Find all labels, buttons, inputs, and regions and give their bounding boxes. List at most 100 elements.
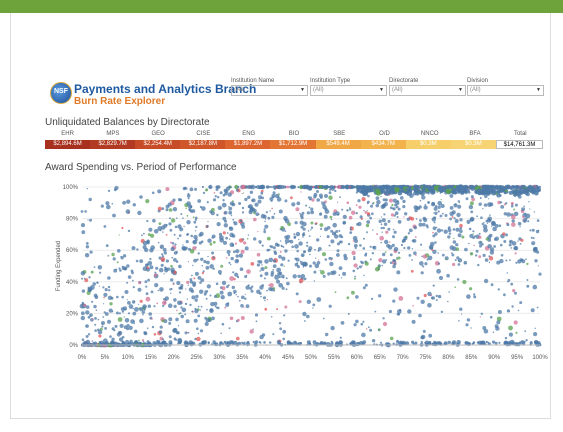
scatter-point: [163, 223, 168, 228]
scatter-point: [195, 225, 198, 229]
scatter-point: [476, 215, 478, 218]
scatter-point: [235, 254, 239, 258]
scatter-point: [146, 327, 149, 330]
scatter-point: [375, 196, 380, 201]
scatter-point: [297, 186, 300, 188]
scatter-point: [435, 294, 438, 298]
scatter-point: [131, 246, 136, 251]
scatter-point: [427, 291, 432, 297]
scatter-point: [500, 205, 505, 209]
scatter-point: [107, 189, 111, 192]
scatter-point: [454, 259, 457, 262]
scatter-point: [220, 264, 224, 268]
scatter-point: [422, 254, 428, 259]
scatter-point: [412, 305, 414, 307]
scatter-point: [350, 226, 352, 229]
scatter-point: [339, 240, 342, 243]
scatter-point: [416, 296, 420, 300]
scatter-point: [241, 225, 246, 229]
scatter-point: [488, 233, 493, 238]
scatter-point: [106, 319, 112, 324]
scatter-point: [154, 283, 159, 288]
scatter-point: [225, 236, 229, 240]
scatter-point: [419, 191, 422, 195]
scatter-point: [436, 268, 441, 274]
scatter-point: [93, 266, 96, 268]
scatter-point: [107, 295, 113, 300]
scatter-point: [366, 202, 369, 205]
scatter-point: [255, 320, 258, 323]
scatter-point: [167, 303, 173, 309]
scatter-point: [427, 186, 433, 192]
scatter-point: [314, 186, 317, 188]
scatter-point: [400, 196, 404, 200]
scatter-point: [209, 242, 213, 246]
scatter-point: [349, 228, 352, 231]
scatter-point: [498, 194, 502, 197]
scatter-point: [93, 341, 97, 345]
scatter-point: [315, 222, 318, 225]
scatter-point: [226, 250, 231, 254]
scatter-point: [360, 322, 364, 326]
scatter-point: [278, 283, 283, 288]
scatter-point: [185, 288, 187, 290]
scatter-point: [207, 341, 210, 344]
scatter-point: [396, 205, 399, 208]
y-axis-label: Funding Expended: [56, 241, 62, 291]
scatter-point: [168, 317, 173, 322]
scatter-point: [158, 330, 163, 334]
scatter-point: [471, 342, 474, 345]
scatter-point: [389, 253, 393, 257]
scatter-point: [162, 247, 167, 252]
scatter-point: [162, 340, 165, 344]
scatter-point: [173, 233, 176, 236]
scatter-point: [361, 197, 366, 202]
scatter-point: [149, 257, 152, 261]
y-tick-label: 0%: [69, 343, 78, 349]
scatter-point: [531, 228, 535, 232]
scatter-point: [369, 258, 372, 261]
scatter-point: [464, 262, 466, 265]
scatter-point: [285, 242, 288, 245]
scatter-point: [534, 190, 539, 196]
scatter-point: [354, 275, 356, 278]
scatter-point: [227, 284, 230, 287]
scatter-point: [411, 248, 414, 250]
scatter-point: [369, 216, 372, 220]
scatter-point: [453, 237, 455, 240]
scatter-point: [316, 190, 319, 193]
scatter-point: [340, 235, 344, 239]
scatter-point: [468, 186, 470, 188]
scatter-point: [302, 311, 307, 317]
scatter-point: [178, 291, 182, 294]
scatter-point: [186, 214, 189, 217]
scatter-point: [238, 253, 244, 258]
scatter-point: [506, 272, 508, 274]
scatter-point: [133, 329, 138, 334]
scatter-point: [266, 289, 268, 292]
scatter-point: [297, 264, 299, 267]
y-tick-label: 100%: [63, 185, 79, 191]
scatter-point: [127, 229, 131, 233]
scatter-point: [402, 199, 406, 204]
scatter-point: [251, 198, 256, 203]
scatter-point: [389, 186, 392, 189]
scatter-point: [381, 216, 383, 218]
scatter-point: [221, 322, 225, 326]
scatter-point: [107, 254, 110, 257]
scatter-point: [97, 265, 103, 270]
scatter-point: [371, 252, 375, 255]
scatter-point: [300, 274, 306, 279]
scatter-point: [260, 191, 264, 195]
scatter-point: [194, 271, 199, 276]
scatter-point: [168, 321, 172, 325]
scatter-point: [421, 195, 426, 200]
scatter-point: [463, 190, 466, 193]
scatter-point: [431, 201, 436, 206]
scatter-point: [411, 186, 414, 190]
scatter-point: [114, 185, 119, 191]
scatter-point: [443, 229, 448, 234]
scatter-point: [162, 300, 167, 306]
scatter-point: [471, 253, 473, 255]
scatter-point: [431, 249, 434, 251]
